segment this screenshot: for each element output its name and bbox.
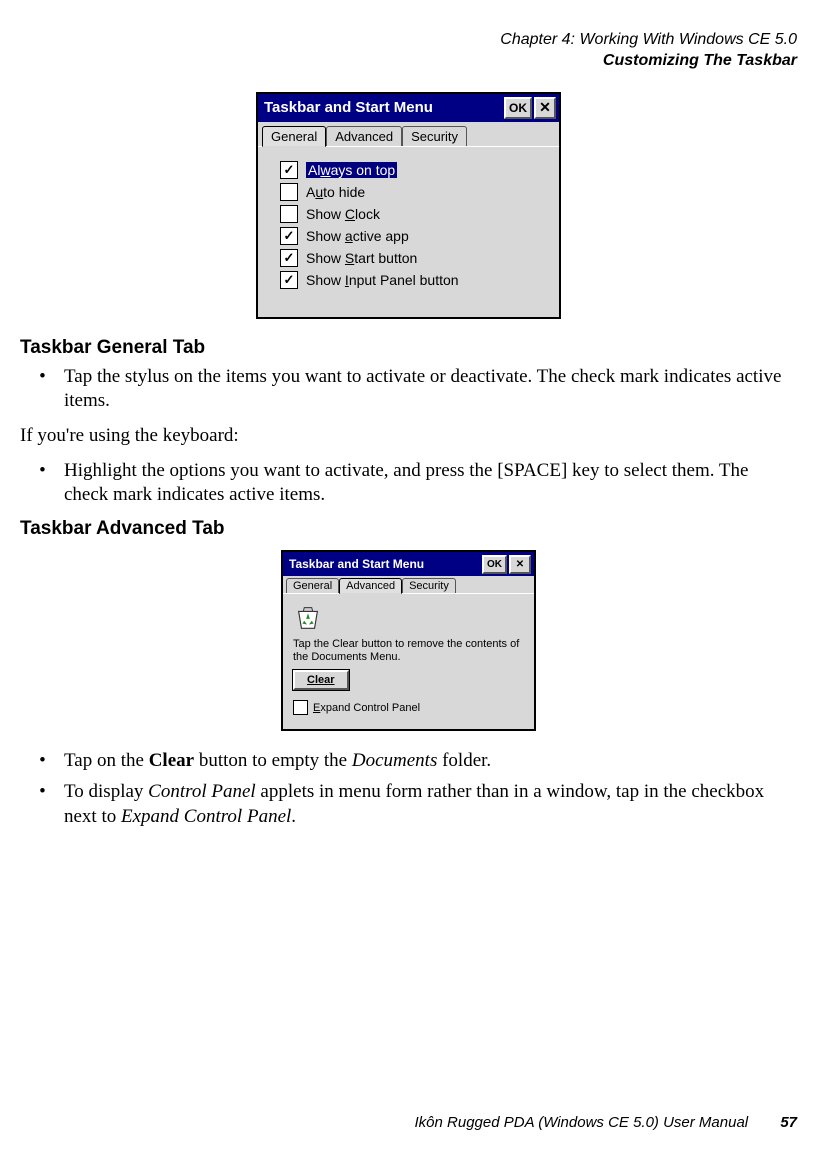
taskbar-dialog-advanced: Taskbar and Start Menu OK ✕ General Adva… (281, 550, 536, 731)
dialog-body: Tap the Clear button to remove the conte… (283, 594, 534, 729)
tab-security[interactable]: Security (402, 578, 456, 593)
tab-advanced[interactable]: Advanced (339, 578, 402, 594)
ok-button[interactable]: OK (482, 555, 507, 574)
page-footer: Ikôn Rugged PDA (Windows CE 5.0) User Ma… (20, 1114, 797, 1131)
check-icon: ✓ (284, 163, 295, 176)
ok-button[interactable]: OK (504, 97, 532, 119)
tab-row: General Advanced Security (258, 122, 559, 147)
option-show-start-button[interactable]: ✓ Show Start button (280, 249, 549, 267)
clear-help-text: Tap the Clear button to remove the conte… (293, 638, 526, 664)
close-button[interactable]: ✕ (534, 97, 556, 119)
page-number: 57 (780, 1114, 797, 1131)
check-icon: ✓ (284, 251, 295, 264)
close-icon: ✕ (516, 559, 524, 570)
instruction-expand-control-panel: To display Control Panel applets in menu… (60, 780, 797, 829)
tab-general[interactable]: General (262, 126, 326, 147)
tab-security[interactable]: Security (402, 126, 467, 146)
taskbar-dialog-general: Taskbar and Start Menu OK ✕ General Adva… (256, 92, 561, 319)
chapter-title: Chapter 4: Working With Windows CE 5.0 (20, 30, 797, 51)
option-show-input-panel-button[interactable]: ✓ Show Input Panel button (280, 271, 549, 289)
recycle-bin-icon (293, 602, 323, 632)
page-header: Chapter 4: Working With Windows CE 5.0 C… (20, 30, 797, 72)
titlebar: Taskbar and Start Menu OK ✕ (283, 552, 534, 576)
heading-general-tab: Taskbar General Tab (20, 337, 797, 359)
checkbox[interactable]: ✓ (280, 227, 298, 245)
clear-button[interactable]: Clear (293, 670, 349, 690)
tab-advanced[interactable]: Advanced (326, 126, 402, 146)
option-show-clock[interactable]: Show Clock (280, 205, 549, 223)
instruction-clear: Tap on the Clear button to empty the Doc… (60, 749, 797, 774)
footer-manual-title: Ikôn Rugged PDA (Windows CE 5.0) User Ma… (415, 1114, 749, 1131)
instruction-keyboard-intro: If you're using the keyboard: (20, 424, 797, 449)
dialog-body: ✓ Always on top Auto hide Show Clock ✓ S… (258, 147, 559, 317)
dialog-title: Taskbar and Start Menu (264, 99, 433, 116)
heading-advanced-tab: Taskbar Advanced Tab (20, 518, 797, 540)
close-icon: ✕ (539, 99, 551, 116)
checkbox[interactable] (293, 700, 308, 715)
checkbox[interactable]: ✓ (280, 249, 298, 267)
instruction-keyboard: Highlight the options you want to activa… (60, 459, 797, 508)
option-auto-hide[interactable]: Auto hide (280, 183, 549, 201)
close-button[interactable]: ✕ (509, 555, 531, 574)
section-title: Customizing The Taskbar (20, 51, 797, 72)
instruction-stylus: Tap the stylus on the items you want to … (60, 365, 797, 414)
checkbox[interactable] (280, 205, 298, 223)
option-show-active-app[interactable]: ✓ Show active app (280, 227, 549, 245)
check-icon: ✓ (284, 229, 295, 242)
option-always-on-top[interactable]: ✓ Always on top (280, 161, 549, 179)
checkbox[interactable]: ✓ (280, 161, 298, 179)
tab-general[interactable]: General (286, 578, 339, 593)
tab-row: General Advanced Security (283, 576, 534, 594)
titlebar: Taskbar and Start Menu OK ✕ (258, 94, 559, 122)
dialog-title: Taskbar and Start Menu (289, 557, 424, 571)
check-icon: ✓ (284, 273, 295, 286)
checkbox[interactable]: ✓ (280, 271, 298, 289)
option-expand-control-panel[interactable]: Expand Control Panel (293, 700, 526, 715)
checkbox[interactable] (280, 183, 298, 201)
